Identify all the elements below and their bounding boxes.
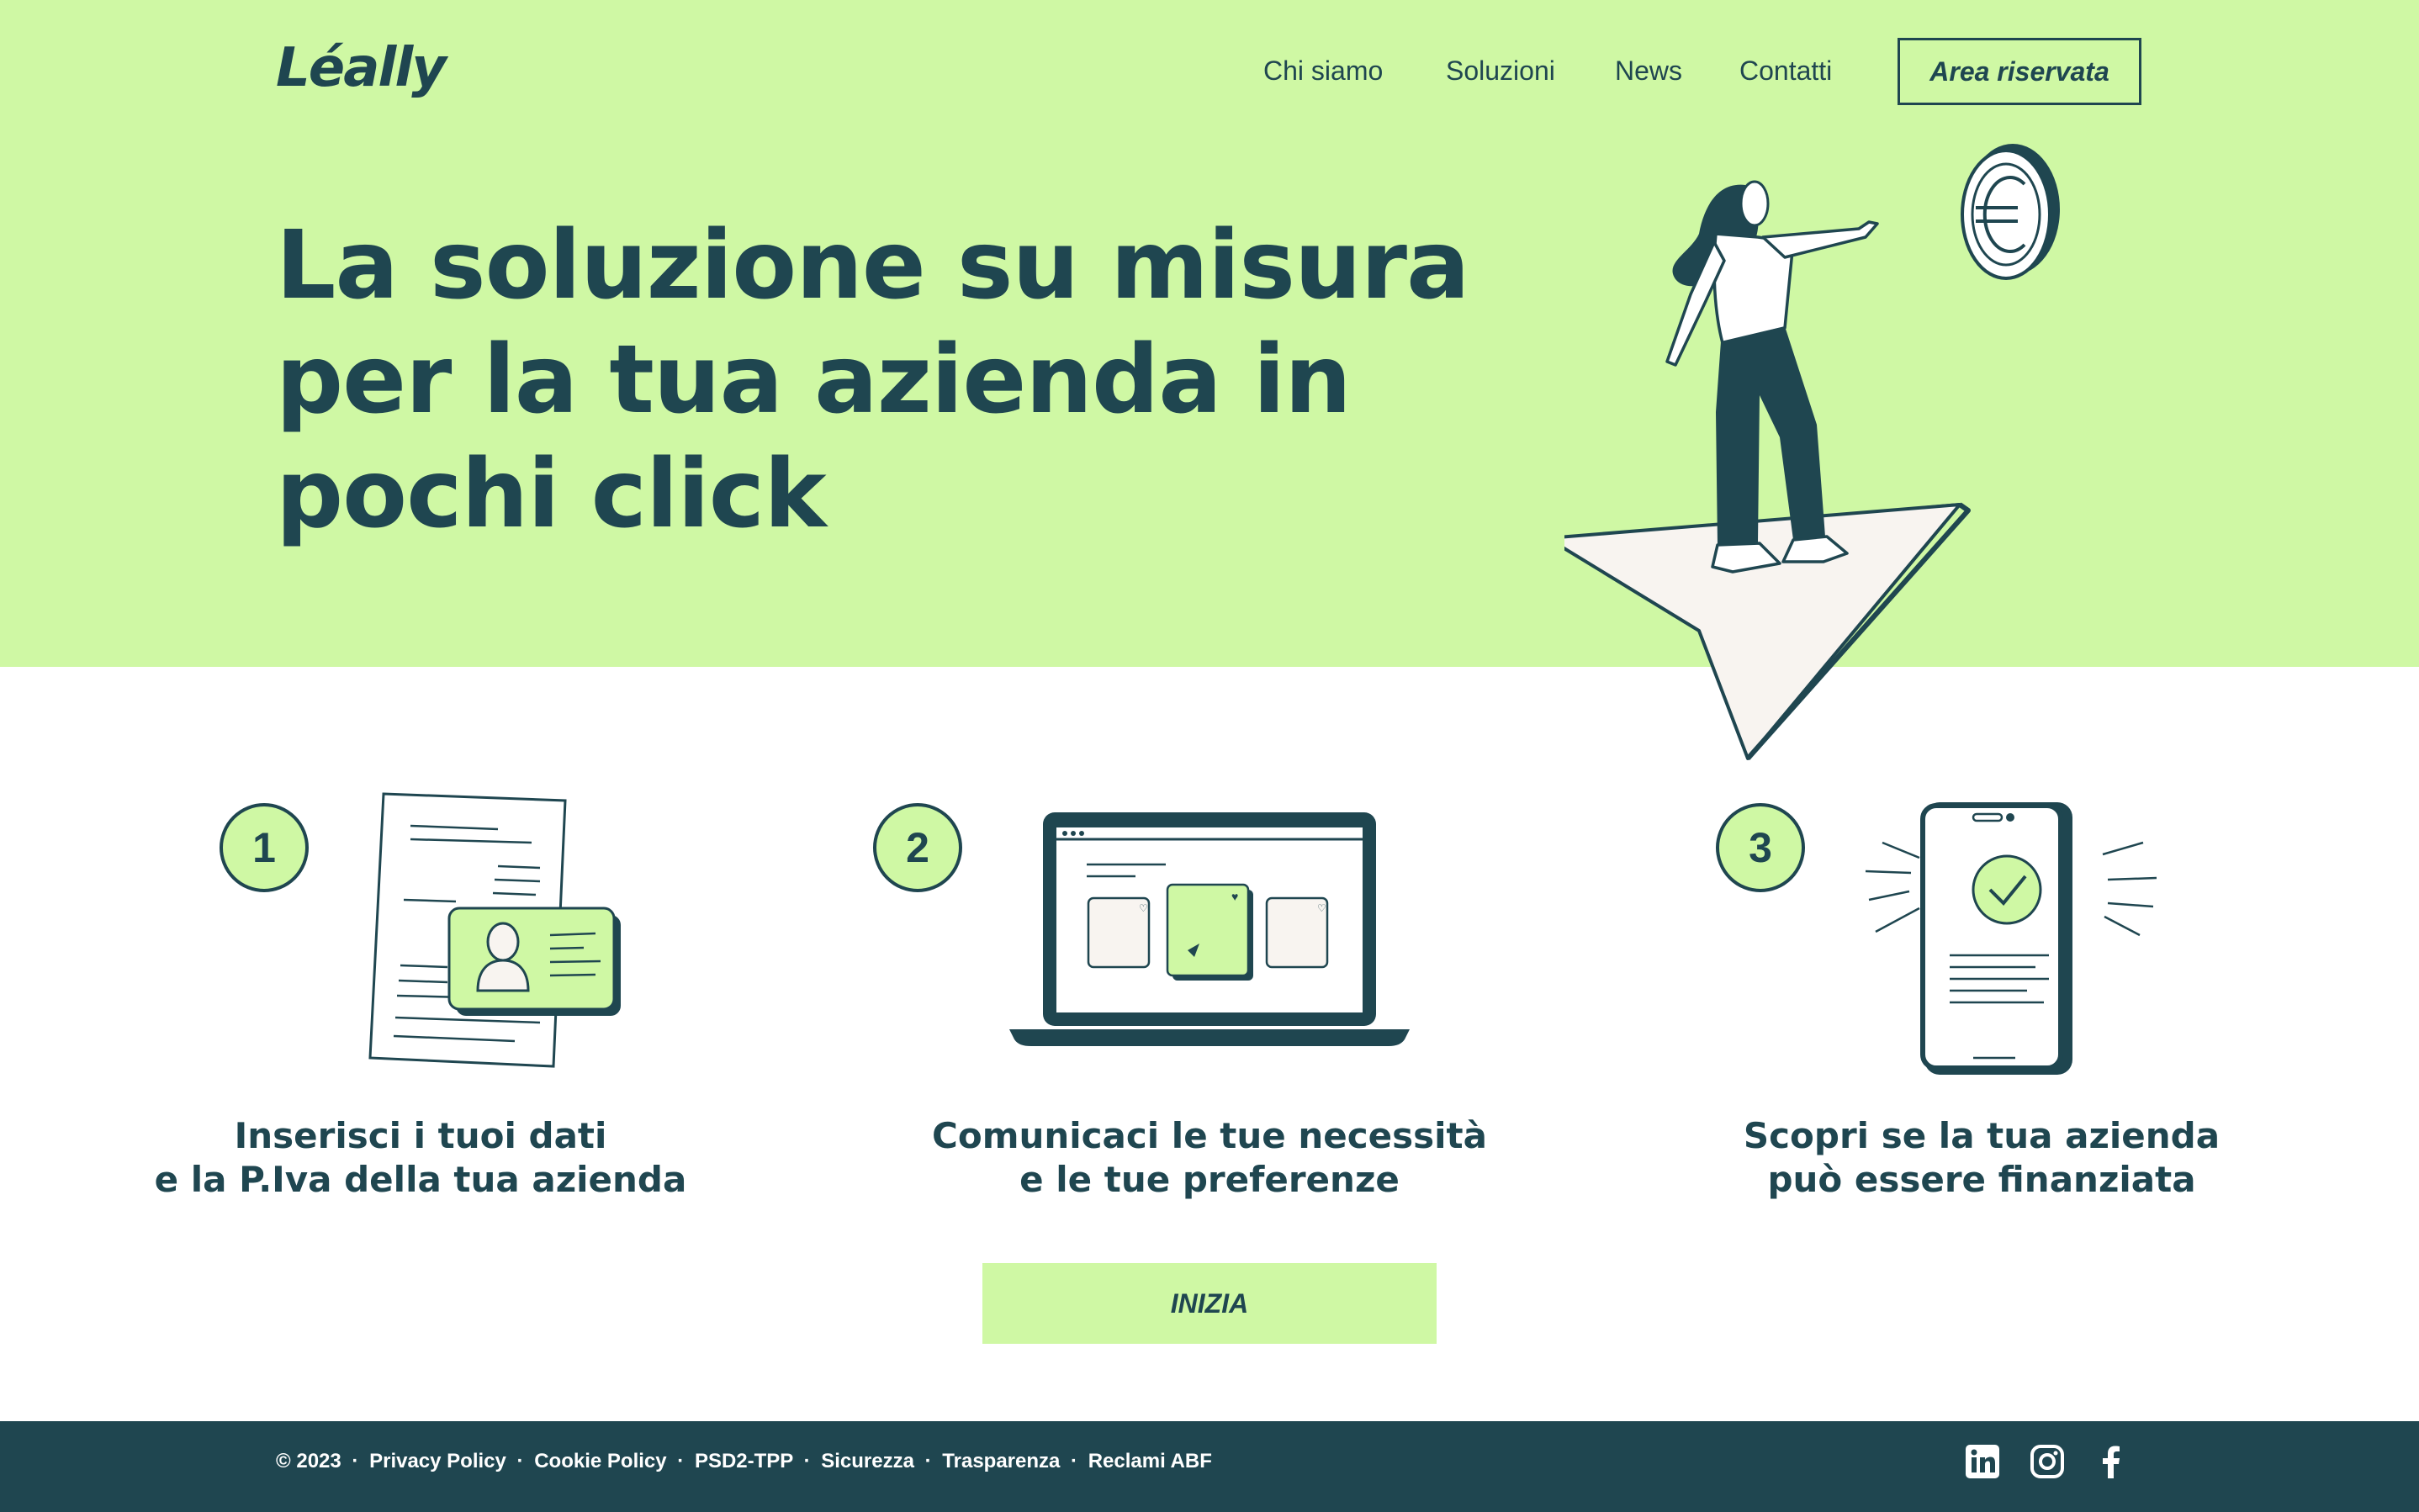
step-1-text-line-1: Inserisci i tuoi dati xyxy=(234,1115,607,1156)
footer-separator: · xyxy=(516,1450,524,1472)
step-3-text: Scopri se la tua azienda può essere fina… xyxy=(1645,1114,2318,1202)
footer-link-reclami-abf[interactable]: Reclami ABF xyxy=(1088,1450,1212,1472)
phone-check-icon xyxy=(1865,802,2157,1075)
linkedin-icon[interactable] xyxy=(1964,1443,2001,1480)
laptop-cards-icon: ♡ ♡ ♥ xyxy=(1009,812,1410,1046)
euro-coin-icon xyxy=(1961,144,2060,280)
svg-text:♥: ♥ xyxy=(1231,890,1238,903)
start-button[interactable]: INIZIA xyxy=(982,1263,1437,1344)
footer-separator: · xyxy=(1071,1450,1078,1472)
footer: © 2023 · Privacy Policy · Cookie Policy … xyxy=(0,1421,2419,1512)
nav-item-soluzioni[interactable]: Soluzioni xyxy=(1446,50,1555,91)
footer-link-sicurezza[interactable]: Sicurezza xyxy=(821,1450,914,1472)
id-card-document-icon xyxy=(368,792,621,1068)
step-3-number: 3 xyxy=(1716,803,1805,892)
step-1-number: 1 xyxy=(220,803,309,892)
hero-illustration xyxy=(1564,144,2060,760)
step-3-text-line-1: Scopri se la tua azienda xyxy=(1743,1115,2221,1156)
footer-link-psd2-tpp[interactable]: PSD2-TPP xyxy=(695,1450,793,1472)
footer-link-trasparenza[interactable]: Trasparenza xyxy=(942,1450,1060,1472)
hero-headline-line-1: La soluzione su misura xyxy=(276,211,1470,320)
facebook-icon[interactable] xyxy=(2093,1443,2130,1480)
page: Léally Chi siamo Soluzioni News Contatti… xyxy=(0,0,2419,1512)
hero-headline-line-2: per la tua azienda in xyxy=(276,325,1352,435)
step-1-text-line-2: e la P.Iva della tua azienda xyxy=(154,1159,687,1200)
footer-link-privacy-policy[interactable]: Privacy Policy xyxy=(369,1450,506,1472)
footer-separator: · xyxy=(803,1450,811,1472)
step-2-number: 2 xyxy=(873,803,962,892)
svg-text:♡: ♡ xyxy=(1139,902,1148,914)
reserved-area-button[interactable]: Area riservata xyxy=(1898,38,2141,105)
footer-separator: · xyxy=(352,1450,359,1472)
footer-separator: · xyxy=(677,1450,685,1472)
footer-separator: · xyxy=(924,1450,932,1472)
step-2-text-line-2: e le tue preferenze xyxy=(1019,1159,1400,1200)
nav-item-news[interactable]: News xyxy=(1615,50,1682,91)
footer-copyright: © 2023 xyxy=(276,1450,341,1472)
step-1-text: Inserisci i tuoi dati e la P.Iva della t… xyxy=(84,1114,757,1202)
nav-item-chi-siamo[interactable]: Chi siamo xyxy=(1263,50,1383,91)
brand-logo[interactable]: Léally xyxy=(276,37,447,99)
paper-plane-icon xyxy=(1564,502,1971,760)
hero-headline-line-3: pochi click xyxy=(276,440,827,549)
footer-links: © 2023 · Privacy Policy · Cookie Policy … xyxy=(276,1450,1212,1473)
step-3-text-line-2: può essere finanziata xyxy=(1767,1159,2196,1200)
instagram-icon[interactable] xyxy=(2029,1443,2066,1480)
footer-link-cookie-policy[interactable]: Cookie Policy xyxy=(534,1450,666,1472)
hero-headline: La soluzione su misura per la tua aziend… xyxy=(276,209,1538,552)
svg-text:♡: ♡ xyxy=(1317,902,1326,914)
step-2-text: Comunicaci le tue necessità e le tue pre… xyxy=(873,1114,1546,1202)
step-2-text-line-1: Comunicaci le tue necessità xyxy=(932,1115,1487,1156)
nav-item-contatti[interactable]: Contatti xyxy=(1739,50,1832,91)
